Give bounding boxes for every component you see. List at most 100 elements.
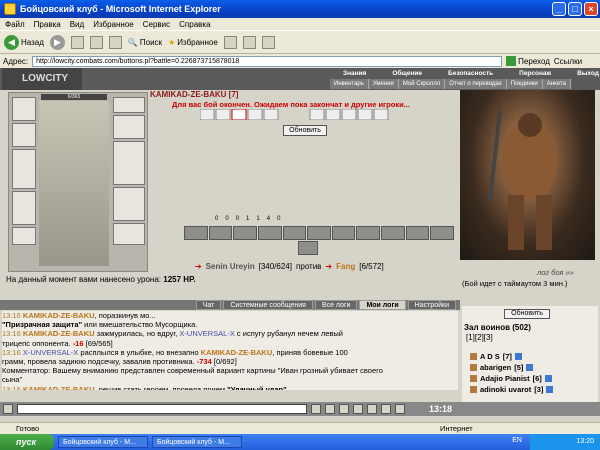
menu-bar: Файл Правка Вид Избранное Сервис Справка <box>0 18 600 30</box>
close-button[interactable]: × <box>584 2 598 16</box>
battle-log-link[interactable]: лог боя »» <box>537 268 574 277</box>
nav-sublink[interactable]: Поединки <box>507 79 543 89</box>
nav-sublink[interactable]: Умения <box>369 79 399 89</box>
refresh-battle-button[interactable]: Обновить <box>283 125 327 136</box>
chat-button[interactable] <box>3 404 13 414</box>
action-button[interactable] <box>208 226 233 240</box>
hall-refresh-button[interactable]: Обновить <box>504 309 550 319</box>
action-button[interactable] <box>298 241 318 255</box>
belt-slot[interactable] <box>12 227 36 245</box>
action-button[interactable] <box>381 226 405 240</box>
user-level: [6] <box>532 374 542 383</box>
opponent-left-name[interactable]: Senin Ureyin <box>206 262 255 271</box>
log-tab[interactable]: Мои логи <box>359 300 406 310</box>
maximize-button[interactable]: □ <box>568 2 582 16</box>
gloves-slot[interactable] <box>113 115 145 139</box>
nav-link[interactable]: Знания <box>330 69 379 78</box>
menu-item[interactable]: Справка <box>179 20 210 29</box>
menu-item[interactable]: Файл <box>5 20 25 29</box>
address-input[interactable]: http://lowcity.combats.com/buttons.pl?ba… <box>32 55 503 67</box>
exit-button[interactable] <box>395 404 405 414</box>
nav-link[interactable]: Выход <box>564 69 600 78</box>
history-button[interactable] <box>223 35 237 49</box>
nav-top: Знания Общение Безопасность Персонаж Выход <box>330 69 600 78</box>
fighter-name[interactable]: KAMIKAD-ZE-BAKU [7] <box>150 90 238 99</box>
filter-button[interactable] <box>353 404 363 414</box>
action-button[interactable] <box>257 226 282 240</box>
hall-pages[interactable]: [1][2][3] <box>466 333 493 342</box>
nav-sublink[interactable]: Анкета <box>543 79 571 89</box>
log-tab[interactable]: Настройки <box>407 300 456 310</box>
user-name[interactable]: abarigen <box>480 363 511 372</box>
language-indicator[interactable]: EN <box>512 437 522 444</box>
hall-user[interactable]: abarigen [5] <box>470 363 534 372</box>
mail-button[interactable] <box>242 35 256 49</box>
log-time: 13:16 <box>2 384 21 390</box>
menu-item[interactable]: Избранное <box>93 20 134 29</box>
action-button[interactable] <box>233 226 257 240</box>
mail-icon <box>242 35 256 49</box>
favorites-button[interactable]: ★ Избранное <box>168 38 218 47</box>
reload-button[interactable] <box>89 35 103 49</box>
action-button[interactable] <box>356 226 381 240</box>
info-icon[interactable] <box>526 364 534 371</box>
menu-item[interactable]: Правка <box>34 20 61 29</box>
nav-sublink[interactable]: Отчет о переводах <box>445 79 507 89</box>
home-button[interactable] <box>108 35 122 49</box>
nav-sublink[interactable]: Инвентарь <box>330 79 369 89</box>
log-tab[interactable]: Системные сообщения <box>223 300 313 310</box>
bracer-slot[interactable] <box>12 123 36 147</box>
menu-item[interactable]: Вид <box>70 20 84 29</box>
chat-input[interactable] <box>17 404 307 414</box>
nav-link[interactable]: Персонаж <box>506 69 564 78</box>
helmet-slot[interactable] <box>12 97 36 121</box>
action-button[interactable] <box>405 226 430 240</box>
legs-slot[interactable] <box>113 187 145 221</box>
info-icon[interactable] <box>546 386 554 393</box>
forward-button[interactable]: ▶ <box>49 34 65 50</box>
user-name[interactable]: A D S <box>480 352 500 361</box>
taskbar-item[interactable]: Бойцовский клуб - М... <box>58 436 148 448</box>
nav-link[interactable]: Общение <box>379 69 435 78</box>
menu-item[interactable]: Сервис <box>143 20 170 29</box>
info-icon[interactable] <box>544 375 552 382</box>
action-button[interactable] <box>307 226 331 240</box>
nav-link[interactable]: Безопасность <box>435 69 506 78</box>
print-button[interactable] <box>261 35 275 49</box>
send-button[interactable] <box>311 404 321 414</box>
help-button[interactable] <box>381 404 391 414</box>
clear-button[interactable] <box>339 404 349 414</box>
start-button[interactable]: пуск <box>0 434 54 450</box>
user-name[interactable]: Adajio Pianist <box>480 374 530 383</box>
hall-user[interactable]: Adajio Pianist [6] <box>470 374 552 383</box>
nav-sublink[interactable]: Мой Скроллл <box>399 79 446 89</box>
log-row: сына" <box>2 375 458 384</box>
taskbar-item[interactable]: Бойцовский клуб - М... <box>152 436 242 448</box>
log-tab[interactable]: Все логи <box>314 300 358 310</box>
hall-user[interactable]: adinoki uvarot [3] <box>470 385 554 394</box>
hall-user[interactable]: A D S [7] <box>470 352 522 361</box>
user-level: [7] <box>502 352 512 361</box>
opponent-right-name[interactable]: Fang <box>336 262 355 271</box>
user-name[interactable]: adinoki uvarot <box>480 385 531 394</box>
search-button[interactable]: 🔍 Поиск <box>128 38 162 47</box>
back-button[interactable]: ◀ Назад <box>4 34 44 50</box>
smile-button[interactable] <box>325 404 335 414</box>
minimize-button[interactable]: _ <box>552 2 566 16</box>
settings-button[interactable] <box>367 404 377 414</box>
armor-slot[interactable] <box>12 191 36 225</box>
go-button[interactable]: Переход <box>506 56 550 66</box>
weapon-slot[interactable] <box>12 149 36 189</box>
earring-slot[interactable] <box>113 97 145 113</box>
info-icon[interactable] <box>514 353 522 360</box>
links-label[interactable]: Ссылки <box>554 57 582 66</box>
action-button[interactable] <box>331 226 356 240</box>
action-button[interactable] <box>430 226 455 240</box>
log-tab[interactable]: Чат <box>195 300 222 310</box>
boots-slot[interactable] <box>113 223 145 245</box>
versus-label: против <box>295 262 322 271</box>
action-button[interactable] <box>184 226 208 240</box>
action-button[interactable] <box>282 226 307 240</box>
shield-slot[interactable] <box>113 141 145 185</box>
stop-button[interactable] <box>70 35 84 49</box>
